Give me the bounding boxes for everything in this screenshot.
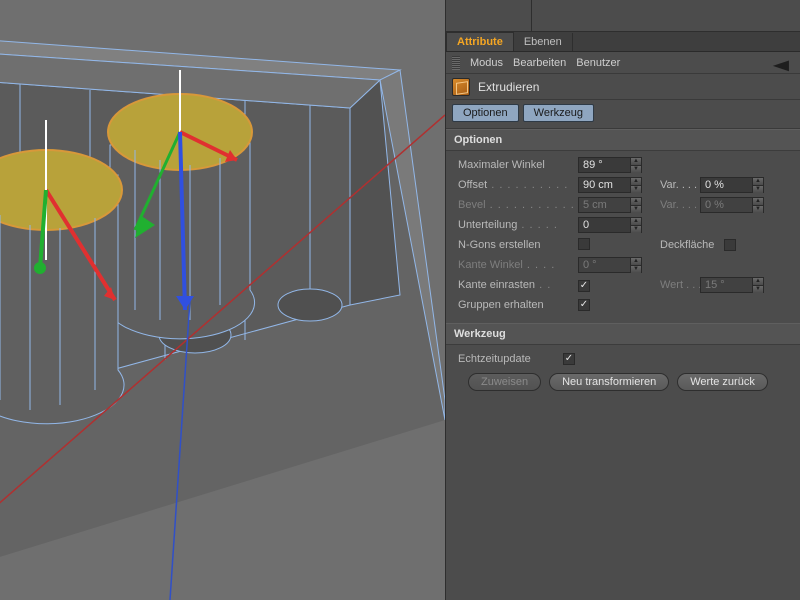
- menu-modus[interactable]: Modus: [470, 57, 503, 69]
- spinner-offset[interactable]: ▲▼: [630, 177, 642, 193]
- subtab-optionen[interactable]: Optionen: [452, 104, 519, 122]
- section-werkzeug: Echtzeitupdate ✓ Zuweisen Neu transformi…: [446, 345, 800, 403]
- tab-attribute[interactable]: Attribute: [446, 32, 514, 51]
- panel-tabs: Attribute Ebenen: [446, 32, 800, 52]
- button-werte-zurueck[interactable]: Werte zurück: [677, 373, 768, 391]
- label-deckflaeche: Deckfläche: [642, 239, 724, 251]
- checkbox-echtzeit[interactable]: ✓: [563, 353, 575, 365]
- label-max-winkel: Maximaler Winkel: [458, 159, 578, 171]
- label-offset: Offset . . . . . . . . . .: [458, 179, 578, 191]
- label-bevel-var: Var. . . . .: [642, 199, 700, 211]
- checkbox-gruppen[interactable]: ✓: [578, 299, 590, 311]
- input-offset[interactable]: [578, 177, 630, 193]
- label-kante-winkel: Kante Winkel . . . .: [458, 259, 578, 271]
- button-zuweisen[interactable]: Zuweisen: [468, 373, 541, 391]
- label-ngons: N-Gons erstellen: [458, 239, 578, 251]
- button-neu-transformieren[interactable]: Neu transformieren: [549, 373, 669, 391]
- label-offset-var: Var. . . . .: [642, 179, 700, 191]
- tool-name: Extrudieren: [478, 80, 539, 94]
- label-wert: Wert . . . . .: [642, 279, 700, 291]
- grip-handle[interactable]: [452, 56, 460, 70]
- input-bevel-var[interactable]: [700, 197, 752, 213]
- section-title-werkzeug: Werkzeug: [446, 323, 800, 345]
- spinner-max-winkel[interactable]: ▲▼: [630, 157, 642, 173]
- tab-ebenen[interactable]: Ebenen: [514, 33, 573, 51]
- label-echtzeit: Echtzeitupdate: [458, 353, 563, 365]
- input-bevel[interactable]: [578, 197, 630, 213]
- tool-header: Extrudieren: [446, 74, 800, 100]
- label-kante-einrasten: Kante einrasten . .: [458, 279, 578, 291]
- label-unterteilung: Unterteilung . . . . .: [458, 219, 578, 231]
- viewport-3d[interactable]: [0, 0, 445, 600]
- subtab-werkzeug[interactable]: Werkzeug: [523, 104, 594, 122]
- input-max-winkel[interactable]: [578, 157, 630, 173]
- spinner-bevel-var[interactable]: ▲▼: [752, 197, 764, 213]
- label-gruppen: Gruppen erhalten: [458, 299, 578, 311]
- menu-benutzer[interactable]: Benutzer: [576, 57, 620, 69]
- label-bevel: Bevel . . . . . . . . . . .: [458, 199, 578, 211]
- upper-panel-placeholder: [446, 0, 800, 32]
- tool-subtabs: Optionen Werkzeug: [446, 100, 800, 129]
- checkbox-ngons[interactable]: [578, 238, 590, 250]
- section-title-optionen: Optionen: [446, 129, 800, 151]
- spinner-kante-winkel[interactable]: ▲▼: [630, 257, 642, 273]
- input-kante-winkel[interactable]: [578, 257, 630, 273]
- input-unterteilung[interactable]: [578, 217, 630, 233]
- checkbox-deckflaeche[interactable]: [724, 239, 736, 251]
- attribute-menubar: Modus Bearbeiten Benutzer ◄: [446, 52, 800, 74]
- spinner-bevel[interactable]: ▲▼: [630, 197, 642, 213]
- section-optionen: Maximaler Winkel ▲▼ Offset . . . . . . .…: [446, 151, 800, 323]
- menu-bearbeiten[interactable]: Bearbeiten: [513, 57, 566, 69]
- spinner-wert[interactable]: ▲▼: [752, 277, 764, 293]
- spinner-unterteilung[interactable]: ▲▼: [630, 217, 642, 233]
- attribute-panel: Attribute Ebenen Modus Bearbeiten Benutz…: [445, 0, 800, 600]
- nav-back-icon[interactable]: ◄: [768, 55, 795, 76]
- extrude-icon: [452, 78, 470, 96]
- input-offset-var[interactable]: [700, 177, 752, 193]
- spinner-offset-var[interactable]: ▲▼: [752, 177, 764, 193]
- checkbox-kante-einrasten[interactable]: ✓: [578, 280, 590, 292]
- input-wert[interactable]: [700, 277, 752, 293]
